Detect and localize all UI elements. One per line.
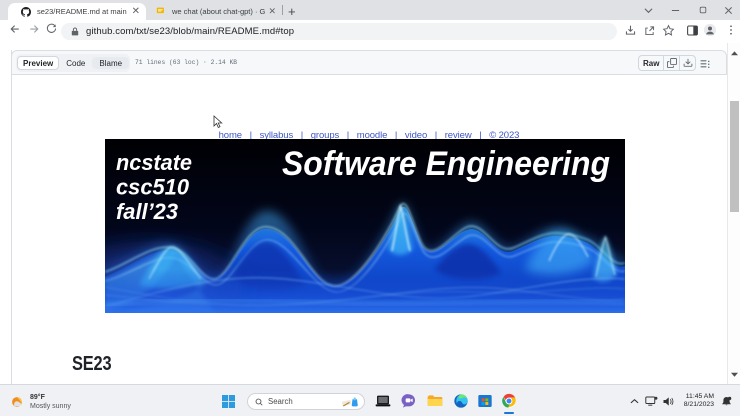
svg-text:fall’23: fall’23 [116,199,178,224]
svg-text:Software Engineering: Software Engineering [282,145,610,183]
svg-text:csc510: csc510 [116,175,190,200]
svg-text:ncstate: ncstate [116,150,192,175]
